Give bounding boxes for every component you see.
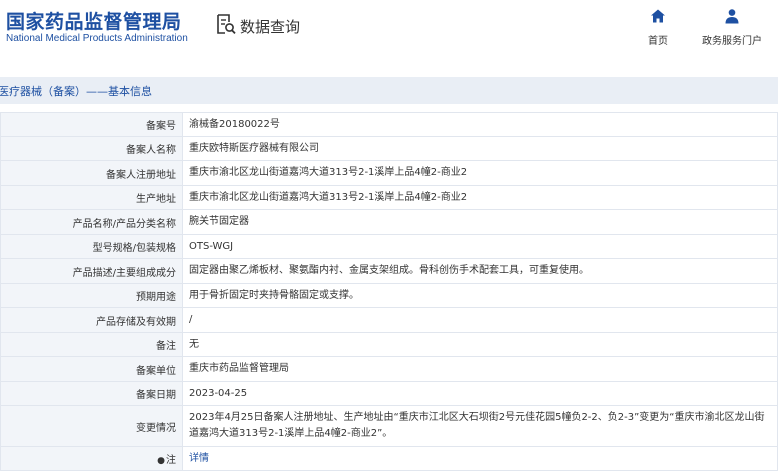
row-value: 固定器由聚乙烯板材、聚氨酯内衬、金属支架组成。骨科创伤手术配套工具，可重复使用。: [182, 258, 778, 284]
nav-service-portal[interactable]: 政务服务门户: [702, 8, 762, 47]
pin-icon: ●: [157, 456, 165, 466]
table-row: 备案人名称 重庆欧特斯医疗器械有限公司: [0, 136, 778, 161]
table-row: 产品名称/产品分类名称 腕关节固定器: [0, 209, 778, 235]
row-label: 型号规格/包装规格: [0, 234, 183, 259]
table-row: 备案号 渝械备20180022号: [0, 112, 778, 137]
row-value: 2023-04-25: [182, 381, 778, 406]
row-value: 腕关节固定器: [182, 209, 778, 235]
breadcrumb: 医疗器械（备案）——基本信息: [0, 84, 152, 98]
row-value: 重庆市渝北区龙山街道嘉鸿大道313号2-1溪岸上品4幢2-商业2: [182, 160, 778, 186]
table-row: 预期用途 用于骨折固定时夹持骨骼固定或支撑。: [0, 283, 778, 308]
row-value: 重庆市药品监督管理局: [182, 356, 778, 382]
site-header: 国家药品监督管理局 National Medical Products Admi…: [0, 0, 778, 62]
row-value: 无: [182, 332, 778, 357]
table-row: 型号规格/包装规格 OTS-WGJ: [0, 234, 778, 259]
table-row: 产品描述/主要组成成分 固定器由聚乙烯板材、聚氨酯内衬、金属支架组成。骨科创伤手…: [0, 258, 778, 284]
document-search-icon: [216, 13, 236, 39]
user-icon: [724, 8, 740, 28]
row-label: 变更情况: [0, 405, 183, 447]
row-label: 生产地址: [0, 185, 183, 210]
nav-home-label: 首页: [648, 36, 668, 47]
row-value: 用于骨折固定时夹持骨骼固定或支撑。: [182, 283, 778, 308]
table-row: 备案日期 2023-04-25: [0, 381, 778, 406]
table-row: 产品存储及有效期 /: [0, 307, 778, 333]
breadcrumb-bar: 医疗器械（备案）——基本信息: [0, 77, 778, 104]
data-query-link[interactable]: 数据查询: [216, 13, 300, 39]
nav-service-label: 政务服务门户: [702, 36, 762, 47]
note-label-cell: ●注: [0, 446, 183, 471]
table-row: 备案单位 重庆市药品监督管理局: [0, 356, 778, 382]
site-title-en[interactable]: National Medical Products Administration: [6, 33, 188, 44]
row-label: 产品名称/产品分类名称: [0, 209, 183, 235]
table-row: 变更情况 2023年4月25日备案人注册地址、生产地址由“重庆市江北区大石坝街2…: [0, 405, 778, 447]
row-label: 注: [166, 455, 176, 466]
row-label: 预期用途: [0, 283, 183, 308]
data-query-label: 数据查询: [240, 17, 301, 36]
row-label: 备案单位: [0, 356, 183, 382]
table-row: 生产地址 重庆市渝北区龙山街道嘉鸿大道313号2-1溪岸上品4幢2-商业2: [0, 185, 778, 210]
table-row: 备注 无: [0, 332, 778, 357]
details-link[interactable]: 详情: [189, 453, 209, 464]
home-icon: [650, 8, 666, 28]
detail-table: 备案号 渝械备20180022号 备案人名称 重庆欧特斯医疗器械有限公司 备案人…: [0, 112, 778, 471]
nav-home[interactable]: 首页: [648, 8, 668, 47]
row-label: 备注: [0, 332, 183, 357]
row-label: 备案号: [0, 112, 183, 137]
row-label: 备案人注册地址: [0, 160, 183, 186]
note-value-cell: 详情: [182, 446, 778, 471]
row-value: 2023年4月25日备案人注册地址、生产地址由“重庆市江北区大石坝街2号元佳花园…: [182, 405, 778, 447]
table-row: 备案人注册地址 重庆市渝北区龙山街道嘉鸿大道313号2-1溪岸上品4幢2-商业2: [0, 160, 778, 186]
row-value: /: [182, 307, 778, 333]
row-label: 产品描述/主要组成成分: [0, 258, 183, 284]
site-title-cn[interactable]: 国家药品监督管理局: [6, 7, 182, 34]
row-value: 重庆市渝北区龙山街道嘉鸿大道313号2-1溪岸上品4幢2-商业2: [182, 185, 778, 210]
row-label: 产品存储及有效期: [0, 307, 183, 333]
row-label: 备案日期: [0, 381, 183, 406]
row-value: 渝械备20180022号: [182, 112, 778, 137]
row-value: 重庆欧特斯医疗器械有限公司: [182, 136, 778, 161]
row-label: 备案人名称: [0, 136, 183, 161]
table-row: ●注 详情: [0, 446, 778, 471]
row-value: OTS-WGJ: [182, 234, 778, 259]
